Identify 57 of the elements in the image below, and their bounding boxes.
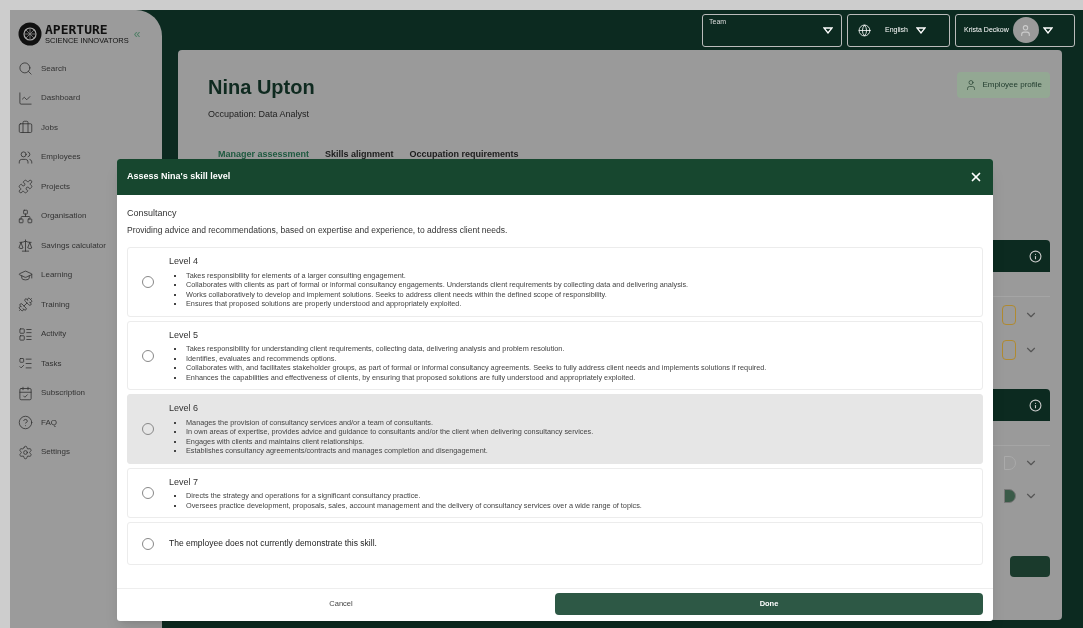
sidebar-item[interactable]: Jobs	[18, 113, 162, 143]
level-badge	[1002, 339, 1016, 360]
close-button[interactable]	[969, 170, 983, 184]
graduate-icon	[18, 267, 33, 283]
level-option[interactable]	[127, 467, 983, 519]
sidebar-item[interactable]: Search	[18, 54, 162, 84]
employee-name: Nina Upton	[208, 75, 316, 100]
calendar-icon	[18, 385, 33, 401]
person-icon	[1019, 23, 1033, 37]
list-icon	[18, 326, 33, 342]
logo-name: APERTURE	[45, 23, 109, 36]
sidebar-item[interactable]: FAQ	[18, 408, 162, 438]
level-option[interactable]: The employee does not currently demonstrate this skill.	[127, 522, 983, 566]
info-icon	[1029, 398, 1042, 412]
sidebar-item[interactable]: Tasks	[18, 349, 162, 379]
level-option[interactable]	[127, 320, 983, 391]
settings-icon	[18, 444, 33, 460]
sidebar-item[interactable]: Learning	[18, 260, 162, 290]
globe-icon	[858, 23, 871, 37]
caret-icon	[1042, 26, 1053, 34]
dumbbell-icon	[18, 297, 33, 313]
level-title: Level 7	[169, 475, 200, 489]
person-icon	[965, 79, 978, 91]
puzzle-icon	[18, 179, 33, 195]
level-badge	[1002, 304, 1016, 325]
occupation: Occupation: Data Analyst	[208, 108, 311, 121]
logo-icon	[18, 22, 42, 46]
tab[interactable]: Manager assessment	[218, 147, 310, 161]
tab[interactable]: Skills alignment	[325, 147, 394, 161]
level-title: Level 4	[169, 255, 200, 269]
chart-icon	[18, 90, 33, 106]
sidebar-item[interactable]: Employees	[18, 142, 162, 172]
dialog-title: Assess Nina's skill level	[127, 170, 231, 184]
level-option[interactable]	[127, 394, 983, 464]
hierarchy-icon	[18, 208, 33, 224]
sidebar-item[interactable]: Subscription	[18, 378, 162, 408]
help-icon	[18, 415, 33, 431]
search-icon	[18, 61, 33, 77]
scale-icon	[18, 238, 33, 254]
sidebar-item[interactable]: Activity	[18, 319, 162, 349]
level-title: Level 5	[169, 328, 200, 342]
people-icon	[18, 149, 33, 165]
caret-icon	[823, 26, 833, 34]
no-skill-label: The employee does not currently demonstrate this skill.	[169, 537, 377, 551]
info-icon	[1029, 249, 1042, 263]
caret-icon	[915, 26, 926, 34]
tab[interactable]: Occupation requirements	[409, 147, 519, 161]
sidebar-item[interactable]: Dashboard	[18, 83, 162, 113]
skill-description: Providing advice and recommendations, based on expertise and experience, to address client needs.	[127, 223, 509, 237]
sidebar-item[interactable]: Training	[18, 290, 162, 320]
sidebar-item[interactable]: Settings	[18, 437, 162, 467]
checklist-icon	[18, 356, 33, 372]
level-title: Level 6	[169, 402, 200, 416]
employee-profile-button[interactable]: Employee profile	[957, 72, 1050, 98]
skill-name: Consultancy	[127, 207, 178, 220]
level-option[interactable]	[127, 247, 983, 317]
briefcase-icon	[18, 120, 33, 136]
